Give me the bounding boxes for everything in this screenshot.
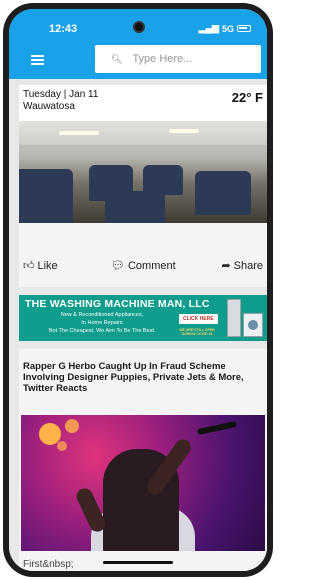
weather-city: Wauwatosa xyxy=(23,101,75,112)
home-indicator[interactable] xyxy=(103,561,173,564)
article-card: Rapper G Herbo Caught Up In Fraud Scheme… xyxy=(19,349,267,571)
post-card: 👍︎ Like 💬︎ Comment ➦ Share xyxy=(19,121,267,287)
comment-button[interactable]: 💬︎ Comment xyxy=(111,259,176,273)
article-caption: First&nbsp; xyxy=(23,559,74,570)
ad-headline: THE WASHING MACHINE MAN, LLC xyxy=(25,298,210,310)
post-image-airplane-cabin[interactable] xyxy=(19,121,267,223)
weather-date: Tuesday | Jan 11 xyxy=(23,89,99,100)
article-title[interactable]: Rapper G Herbo Caught Up In Fraud Scheme… xyxy=(23,361,263,394)
washer-icon xyxy=(243,313,263,337)
ad-line-3: Not The Cheapest, We Aim To Be The Best. xyxy=(48,328,156,334)
comment-label: Comment xyxy=(127,259,176,272)
like-button[interactable]: 👍︎ Like xyxy=(23,259,58,273)
ad-line-2: In Home Repairs xyxy=(81,320,123,326)
status-time: 12:43 xyxy=(49,23,78,35)
fridge-icon xyxy=(227,299,241,337)
menu-icon[interactable] xyxy=(31,55,44,65)
network-label: 5G xyxy=(221,23,234,34)
ad-banner[interactable]: THE WASHING MACHINE MAN, LLC New & Recon… xyxy=(19,295,267,341)
app-screen: 12:43 ▂▄▆ 5G 🔍︎ Type Here... Tuesday | J… xyxy=(9,9,267,571)
signal-icon: ▂▄▆ xyxy=(198,23,219,33)
post-actions: 👍︎ Like 💬︎ Comment ➦ Share xyxy=(19,255,267,277)
search-input[interactable]: 🔍︎ Type Here... xyxy=(95,45,261,73)
appliances-image xyxy=(227,299,265,339)
search-placeholder: Type Here... xyxy=(132,53,193,65)
like-label: Like xyxy=(37,259,58,272)
ad-notice: WE ARE STILL OPEN DURING COVID 19 xyxy=(179,328,215,336)
ad-line-1: New & Reconditioned Appliances, xyxy=(60,312,144,318)
front-camera xyxy=(133,21,145,33)
app-header: 12:43 ▂▄▆ 5G 🔍︎ Type Here... xyxy=(9,9,267,79)
battery-icon xyxy=(237,25,251,32)
status-indicators: ▂▄▆ 5G xyxy=(199,23,251,34)
share-label: Share xyxy=(233,259,263,272)
thumbs-up-icon: 👍︎ xyxy=(23,260,35,272)
share-icon: ➦ xyxy=(221,260,231,272)
phone-frame: 12:43 ▂▄▆ 5G 🔍︎ Type Here... Tuesday | J… xyxy=(3,3,273,577)
article-image-performer[interactable] xyxy=(21,415,265,551)
comment-icon: 💬︎ xyxy=(111,260,125,272)
weather-widget: Tuesday | Jan 11 Wauwatosa 22° F xyxy=(19,85,267,121)
weather-temperature: 22° F xyxy=(231,90,263,105)
share-button[interactable]: ➦ Share xyxy=(221,259,263,273)
ad-click-button[interactable]: CLICK HERE xyxy=(179,314,218,324)
status-bar: 12:43 ▂▄▆ 5G xyxy=(9,21,267,37)
search-icon: 🔍︎ xyxy=(111,53,123,64)
